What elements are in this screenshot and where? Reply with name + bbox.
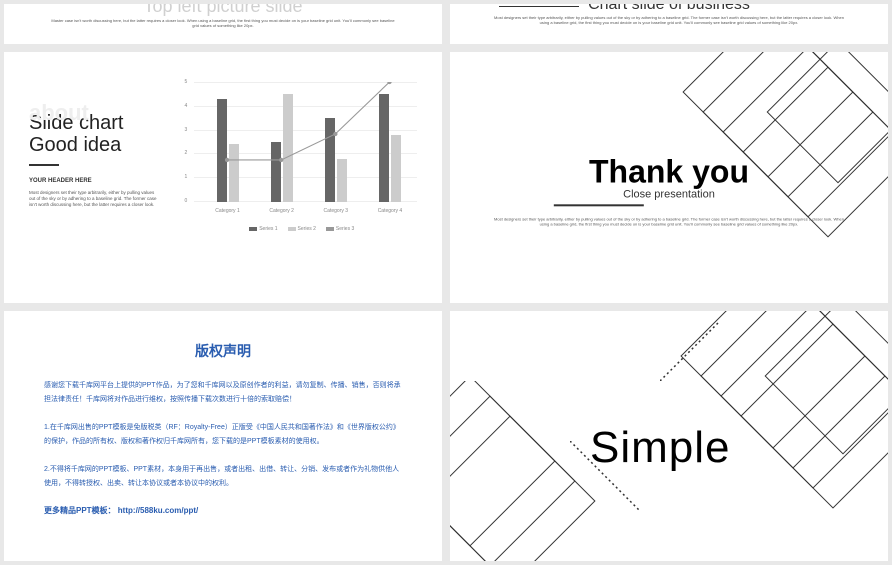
copyright-title: 版权声明 bbox=[44, 341, 402, 361]
slide-top-right-partial: Chart slide of business Most designers s… bbox=[450, 4, 888, 44]
more-url: http://588ku.com/ppt/ bbox=[118, 506, 198, 515]
section-header: YOUR HEADER HERE bbox=[29, 178, 176, 184]
partial-title: Chart slide of business bbox=[588, 4, 750, 14]
simple-title: Simple bbox=[590, 423, 731, 473]
watermark-text: about bbox=[29, 100, 89, 126]
more-templates-link[interactable]: 更多精品PPT模板： http://588ku.com/ppt/ bbox=[44, 505, 402, 516]
copyright-para-3: 2.不得将千库网的PPT模板、PPT素材，本身用于再出售，或者出租、出借、转让、… bbox=[44, 463, 402, 491]
decorative-rule bbox=[29, 164, 59, 166]
chart-legend: Series 1Series 2Series 3 bbox=[186, 226, 417, 232]
slide-top-left-partial: Top left picture slide Master case isn't… bbox=[4, 4, 442, 44]
bar-chart: 543210 Category 1Category 2Category 3Cat… bbox=[176, 82, 417, 273]
decorative-rule bbox=[554, 204, 644, 206]
body-text: Most designers set their type arbitraril… bbox=[494, 216, 844, 226]
copyright-para-1: 感谢您下载千库网平台上提供的PPT作品，为了您和千库网以及原创作者的利益，请勿复… bbox=[44, 379, 402, 407]
more-label: 更多精品PPT模板： bbox=[44, 506, 116, 515]
title-line-2: Good idea bbox=[29, 134, 121, 156]
body-text: Most designers set their type arbitraril… bbox=[29, 190, 159, 208]
slide-copyright: 版权声明 感谢您下载千库网平台上提供的PPT作品，为了您和千库网以及原创作者的利… bbox=[4, 311, 442, 562]
thank-you-title: Thank you bbox=[494, 153, 844, 190]
slide-thank-you: Thank you Close presentation Most design… bbox=[450, 52, 888, 303]
slide-chart: about Slide chart Good idea YOUR HEADER … bbox=[4, 52, 442, 303]
partial-sub: Master case isn't worth discussing here,… bbox=[48, 19, 398, 29]
thank-you-subtitle: Close presentation bbox=[494, 188, 844, 200]
partial-sub: Most designers set their type arbitraril… bbox=[494, 16, 844, 26]
slide-simple: Simple bbox=[450, 311, 888, 562]
decorative-line bbox=[499, 6, 579, 7]
partial-title: Top left picture slide bbox=[143, 4, 302, 17]
dotted-line-icon bbox=[660, 321, 720, 381]
copyright-para-2: 1.在千库网出售的PPT模板是免版税类（RF：Royalty-Free）正版受《… bbox=[44, 421, 402, 449]
